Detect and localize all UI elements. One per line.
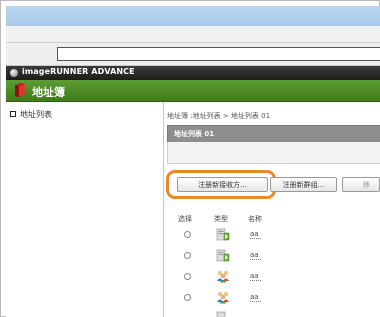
list-info-panel [167, 142, 380, 164]
browser-address-row [6, 43, 380, 66]
row-select-radio[interactable] [184, 273, 191, 280]
row-name[interactable]: aa [250, 251, 259, 259]
row-name[interactable]: aa [250, 230, 259, 238]
main-content: 地址簿 :地址列表 > 地址列表 01 地址列表 01 注册新接收方... 注册… [164, 102, 380, 317]
table-row [178, 310, 380, 317]
column-header-type: 类型 [214, 215, 228, 223]
list-title-bar: 地址列表 01 [167, 125, 380, 143]
group-icon [217, 270, 229, 283]
row-select-radio[interactable] [184, 231, 191, 238]
brand-name: imageRUNNER ADVANCE [22, 67, 135, 76]
move-button[interactable]: 移 [342, 177, 380, 192]
row-select-radio[interactable] [184, 294, 191, 301]
table-row: aa [178, 269, 380, 286]
name-underline [250, 280, 261, 281]
table-row: aa [178, 248, 380, 265]
browser-title-bar [6, 6, 380, 27]
name-underline [250, 238, 261, 239]
bullet-icon [10, 111, 16, 117]
row-select-radio[interactable] [184, 252, 191, 259]
list-title: 地址列表 01 [174, 130, 215, 138]
sidebar-item-label: 地址列表 [20, 109, 52, 119]
table-row: aa [178, 290, 380, 307]
row-name[interactable]: aa [250, 272, 259, 280]
browser-menu-bar [6, 26, 380, 43]
address-input[interactable] [57, 47, 380, 61]
sidebar-item-address-list[interactable]: 地址列表 [10, 108, 52, 120]
brand-logo-icon [10, 69, 18, 77]
row-name[interactable]: aa [250, 293, 259, 301]
page-title: 地址簿 [32, 86, 65, 99]
register-new-group-button[interactable]: 注册新群组... [270, 177, 337, 192]
table-row: aa [178, 227, 380, 244]
name-underline [250, 301, 261, 302]
column-header-name: 名称 [248, 215, 262, 223]
server-folder-icon [216, 311, 226, 317]
name-underline [250, 259, 261, 260]
breadcrumb: 地址簿 :地址列表 > 地址列表 01 [167, 112, 271, 120]
register-new-destination-button[interactable]: 注册新接收方... [177, 177, 268, 192]
group-icon [217, 291, 229, 304]
brand-bar: imageRUNNER ADVANCE [6, 66, 380, 80]
server-folder-icon [216, 249, 230, 262]
page-header: 地址簿 [6, 80, 380, 102]
column-header-select: 选择 [178, 215, 192, 223]
sidebar: 地址列表 [6, 102, 164, 317]
server-folder-icon [216, 228, 230, 241]
address-book-icon [15, 83, 25, 97]
